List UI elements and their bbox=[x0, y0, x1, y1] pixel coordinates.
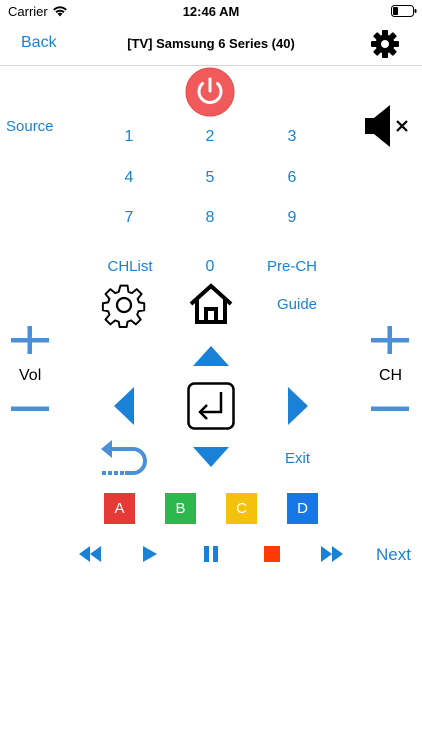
digit-9-button[interactable]: 9 bbox=[272, 208, 312, 228]
next-button[interactable]: Next bbox=[376, 545, 411, 565]
guide-button[interactable]: Guide bbox=[277, 296, 317, 314]
digit-3-button[interactable]: 3 bbox=[272, 127, 312, 147]
source-button[interactable]: Source bbox=[6, 118, 54, 136]
enter-ok-button[interactable] bbox=[187, 382, 235, 430]
digit-7-button[interactable]: 7 bbox=[109, 208, 149, 228]
power-button[interactable] bbox=[185, 67, 235, 117]
prech-button[interactable]: Pre-CH bbox=[258, 258, 326, 276]
rewind-icon[interactable] bbox=[79, 546, 101, 562]
color-button-c[interactable]: C bbox=[226, 493, 257, 524]
color-button-d[interactable]: D bbox=[287, 493, 318, 524]
pause-icon[interactable] bbox=[203, 546, 219, 562]
volume-down-button[interactable] bbox=[11, 404, 51, 414]
clock-label: 12:46 AM bbox=[182, 4, 240, 19]
digit-4-button[interactable]: 4 bbox=[109, 168, 149, 188]
mute-button[interactable] bbox=[363, 104, 411, 148]
chlist-button[interactable]: CHList bbox=[96, 258, 164, 276]
digit-8-button[interactable]: 8 bbox=[190, 208, 230, 228]
page-title: [TV] Samsung 6 Series (40) bbox=[127, 36, 295, 51]
navigation-bar: Back [TV] Samsung 6 Series (40) bbox=[0, 22, 422, 66]
fast-forward-icon[interactable] bbox=[321, 546, 343, 562]
digit-6-button[interactable]: 6 bbox=[272, 168, 312, 188]
play-icon[interactable] bbox=[142, 546, 158, 562]
color-button-b[interactable]: B bbox=[165, 493, 196, 524]
dpad-left-arrow-icon[interactable] bbox=[113, 386, 135, 426]
dpad-up-arrow-icon[interactable] bbox=[192, 345, 230, 367]
exit-button[interactable]: Exit bbox=[285, 450, 310, 468]
digit-1-button[interactable]: 1 bbox=[109, 127, 149, 147]
home-button[interactable] bbox=[187, 282, 235, 326]
digit-5-button[interactable]: 5 bbox=[190, 168, 230, 188]
settings-gear-icon[interactable] bbox=[369, 28, 401, 60]
status-bar: Carrier 12:46 AM bbox=[0, 0, 422, 22]
volume-label: Vol bbox=[19, 367, 42, 384]
channel-up-button[interactable] bbox=[371, 326, 411, 356]
channel-label: CH bbox=[379, 367, 403, 384]
volume-up-button[interactable] bbox=[11, 326, 51, 356]
channel-down-button[interactable] bbox=[371, 404, 411, 414]
dpad-down-arrow-icon[interactable] bbox=[192, 446, 230, 468]
dpad-right-arrow-icon[interactable] bbox=[287, 386, 309, 426]
battery-icon bbox=[391, 5, 417, 17]
menu-settings-icon[interactable] bbox=[99, 280, 149, 330]
digit-2-button[interactable]: 2 bbox=[190, 127, 230, 147]
color-button-a[interactable]: A bbox=[104, 493, 135, 524]
stop-icon[interactable] bbox=[264, 546, 280, 562]
return-back-icon[interactable] bbox=[99, 437, 151, 479]
digit-0-button[interactable]: 0 bbox=[190, 257, 230, 277]
